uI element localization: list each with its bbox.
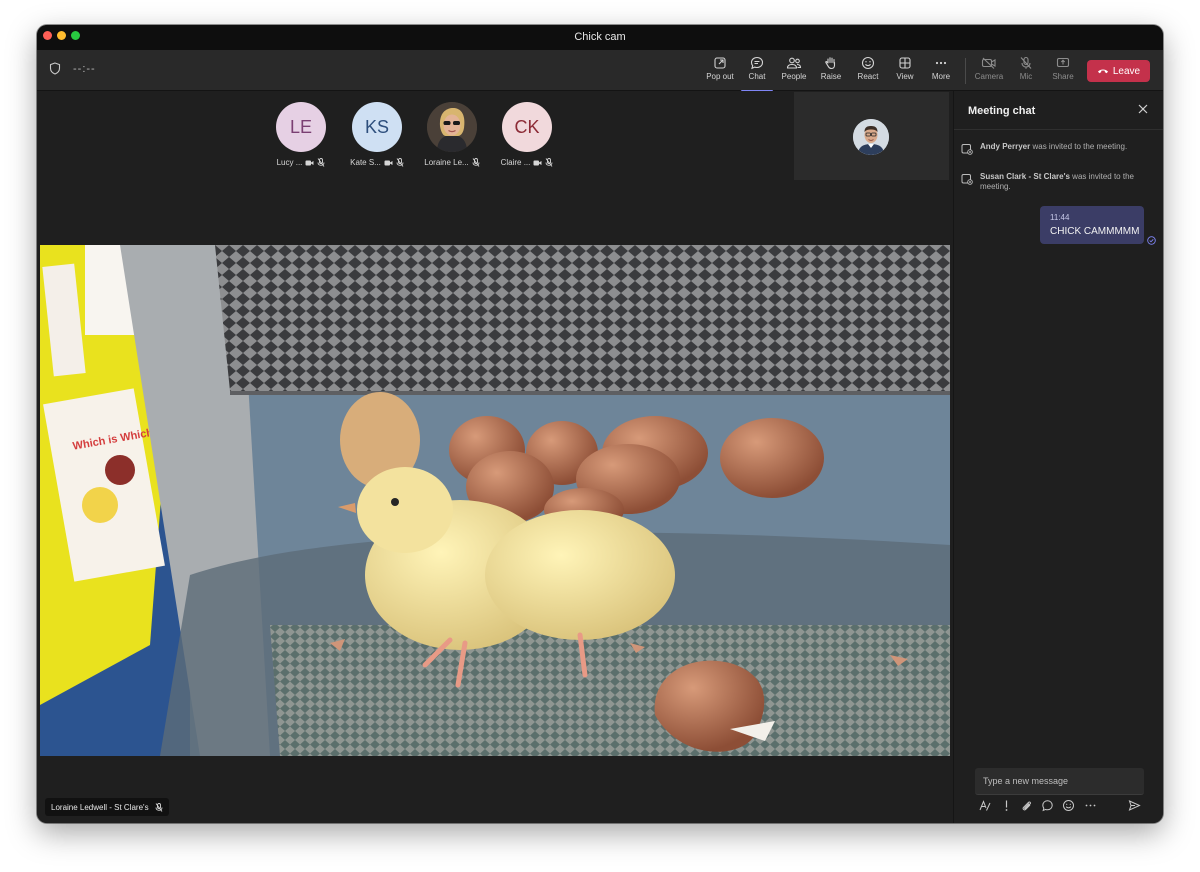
people-icon [786, 57, 802, 69]
toolbar-divider [965, 58, 966, 84]
pop-out-label: Pop out [706, 72, 734, 81]
title-bar: Chick cam [37, 25, 1163, 50]
camera-button[interactable]: Camera [969, 56, 1009, 88]
raise-label: Raise [820, 72, 842, 81]
system-message-text: was invited to the meeting. [1030, 142, 1128, 151]
system-message-name: Susan Clark - St Clare's [980, 172, 1070, 181]
leave-button[interactable]: Leave [1087, 60, 1150, 82]
participant-name: Lucy ... [276, 158, 303, 167]
camera-off-icon [384, 160, 393, 165]
avatar-photo [427, 102, 477, 152]
message-input[interactable] [975, 768, 1144, 794]
close-window-button[interactable] [43, 31, 52, 40]
mic-off-icon [1020, 56, 1032, 69]
invite-icon [961, 144, 973, 155]
participant-tile[interactable]: KS Kate S... [342, 102, 412, 167]
participant-name: Loraine Le... [424, 158, 469, 167]
speaker-name-tag: Loraine Ledwell - St Clare's [45, 798, 169, 816]
format-icon[interactable] [978, 799, 991, 812]
priority-icon[interactable] [1000, 799, 1013, 812]
mic-off-icon [545, 158, 553, 167]
chat-label: Chat [748, 72, 766, 81]
window-title: Chick cam [574, 31, 626, 43]
leave-label: Leave [1112, 65, 1141, 77]
send-icon[interactable] [1128, 799, 1141, 812]
camera-off-icon [981, 57, 996, 69]
chat-icon [750, 56, 764, 70]
avatar: LE [276, 102, 326, 152]
mic-button[interactable]: Mic [1006, 56, 1046, 88]
shield-icon [49, 62, 61, 75]
meeting-timer: --:-- [73, 63, 96, 75]
meeting-toolbar: --:-- Pop out Chat People Raise React Vi… [37, 50, 1163, 92]
avatar: CK [502, 102, 552, 152]
mic-off-icon [396, 158, 404, 167]
compose-box[interactable] [975, 768, 1144, 795]
mic-label: Mic [1019, 72, 1033, 81]
view-button[interactable]: View [885, 56, 925, 88]
speaker-name: Loraine Ledwell - St Clare's [51, 802, 149, 812]
zoom-window-button[interactable] [71, 31, 80, 40]
hang-up-icon [1097, 69, 1108, 74]
participant-name: Kate S... [350, 158, 381, 167]
view-label: View [896, 72, 914, 81]
grid-view-icon [899, 57, 911, 69]
shared-video-feed: Which is Which? [40, 245, 950, 756]
more-label: More [931, 72, 951, 81]
system-message-name: Andy Perryer [980, 142, 1031, 151]
smiley-icon [861, 56, 875, 70]
chat-button[interactable]: Chat [737, 56, 777, 92]
participant-tile[interactable]: CK Claire ... [492, 102, 562, 167]
teams-meeting-window: Chick cam --:-- Pop out Chat People Rais… [37, 25, 1163, 823]
participant-name: Claire ... [500, 158, 531, 167]
share-button[interactable]: Share [1043, 56, 1083, 88]
participant-tile[interactable]: LE Lucy ... [266, 102, 336, 167]
person-photo-icon [853, 119, 889, 155]
raise-hand-button[interactable]: Raise [811, 56, 851, 88]
chat-header: Meeting chat [954, 91, 1163, 130]
more-button[interactable]: More [921, 56, 961, 88]
people-button[interactable]: People [774, 56, 814, 88]
people-label: People [781, 72, 807, 81]
self-view-tile[interactable] [794, 92, 949, 180]
mic-off-icon [472, 158, 480, 167]
minimize-window-button[interactable] [57, 31, 66, 40]
meeting-chat-panel: Meeting chat Andy Perryer was invited to… [953, 91, 1163, 823]
share-label: Share [1052, 72, 1074, 81]
system-message: Andy Perryer was invited to the meeting. [961, 142, 1140, 155]
attach-icon[interactable] [1020, 799, 1033, 812]
person-photo-icon [427, 102, 477, 152]
close-icon[interactable] [1138, 104, 1148, 114]
camera-label: Camera [974, 72, 1004, 81]
avatar: KS [352, 102, 402, 152]
mic-off-icon [155, 802, 163, 812]
meeting-stage: LE Lucy ... KS Kate S... Loraine Le... C… [37, 91, 952, 823]
message-text: CHICK CAMMMMM [1050, 226, 1140, 237]
chat-title: Meeting chat [968, 105, 1036, 117]
system-message: Susan Clark - St Clare's was invited to … [961, 172, 1140, 192]
chick-incubator-video: Which is Which? [40, 245, 950, 756]
invite-icon [961, 174, 973, 185]
compose-toolbar [978, 799, 1158, 815]
loop-component-icon[interactable] [1041, 799, 1054, 812]
hand-icon [825, 57, 836, 70]
pop-out-icon [714, 57, 726, 69]
react-label: React [857, 72, 879, 81]
chat-message-bubble[interactable]: 11:44 CHICK CAMMMMM [1040, 206, 1144, 244]
share-screen-icon [1056, 57, 1070, 68]
pop-out-button[interactable]: Pop out [700, 56, 740, 88]
camera-off-icon [533, 160, 542, 165]
camera-off-icon [305, 160, 314, 165]
more-options-icon[interactable] [1084, 799, 1097, 812]
react-button[interactable]: React [848, 56, 888, 88]
emoji-icon[interactable] [1062, 799, 1075, 812]
self-avatar [853, 119, 889, 155]
ellipsis-icon [935, 61, 947, 65]
participant-tile[interactable]: Loraine Le... [417, 102, 487, 167]
message-timestamp: 11:44 [1050, 213, 1070, 222]
seen-check-icon [1147, 236, 1156, 245]
mic-off-icon [317, 158, 325, 167]
